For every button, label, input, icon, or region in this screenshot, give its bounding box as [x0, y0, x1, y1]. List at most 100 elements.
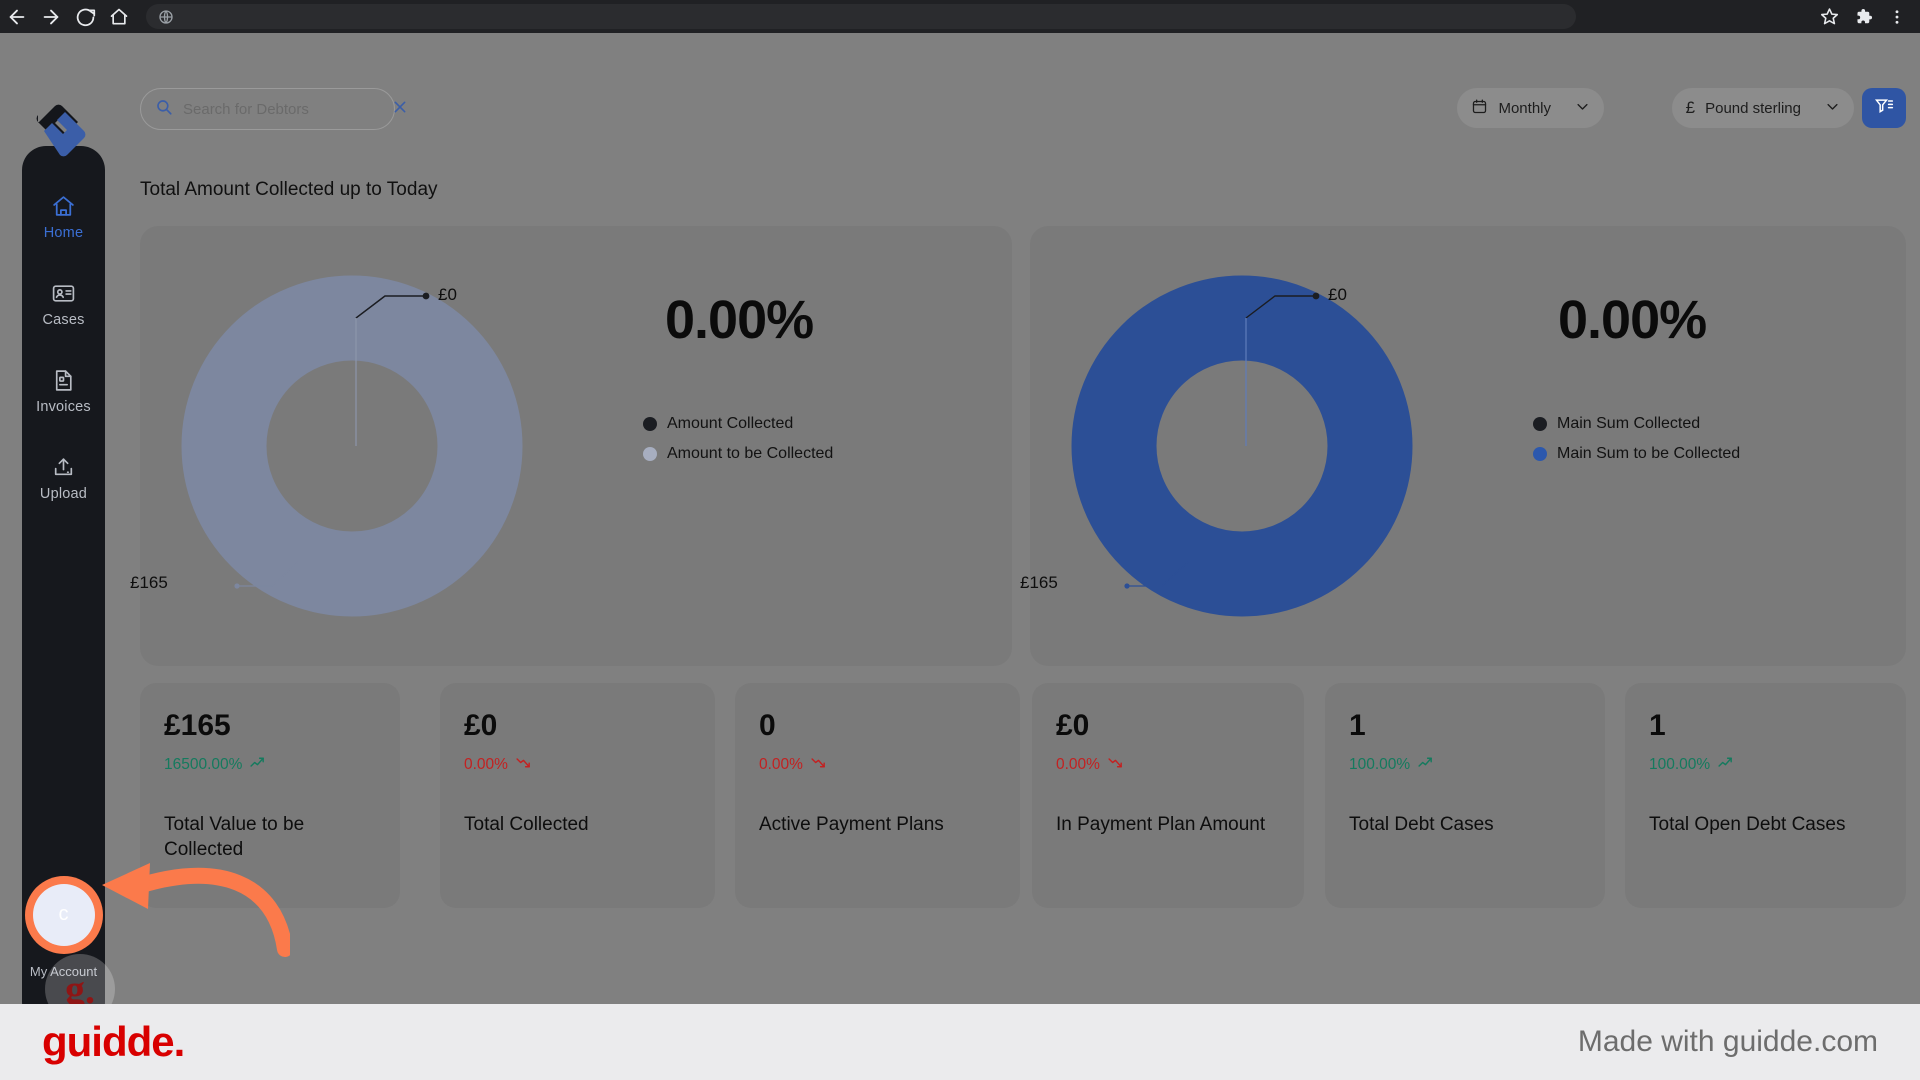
- kpi-value: 1: [1649, 709, 1666, 742]
- kpi-card[interactable]: 0 0.00% Active Payment Plans: [735, 683, 1020, 908]
- currency-select[interactable]: £ Pound sterling: [1671, 88, 1854, 128]
- guidde-footer: guidde. Made with guidde.com: [0, 1004, 1920, 1080]
- globe-icon: [158, 9, 174, 25]
- legend-dot-icon: [643, 447, 657, 461]
- browser-toolbar: [0, 0, 1920, 33]
- trend-up-icon: [1417, 754, 1434, 776]
- browser-address-bar[interactable]: [146, 4, 1576, 29]
- kpi-card[interactable]: £165 16500.00% Total Value to be Collect…: [140, 683, 400, 908]
- browser-reload-button[interactable]: [68, 0, 102, 33]
- kpi-delta-value: 100.00%: [1649, 756, 1711, 773]
- filter-button[interactable]: [1862, 88, 1906, 128]
- avatar-initial: c: [58, 903, 69, 926]
- legend-label: Amount to be Collected: [667, 445, 834, 462]
- home-icon: [51, 194, 76, 219]
- browser-forward-button[interactable]: [34, 0, 68, 33]
- legend-dot-icon: [643, 417, 657, 431]
- sidebar-item-invoices[interactable]: Invoices: [22, 368, 105, 415]
- kpi-value: £0: [464, 709, 498, 742]
- period-select[interactable]: Monthly: [1457, 88, 1604, 128]
- search-input[interactable]: [183, 100, 382, 118]
- made-with-guidde-label: Made with guidde.com: [1577, 1025, 1878, 1058]
- kpi-caption: Total Value to be Collected: [164, 814, 305, 861]
- kpi-delta-value: 16500.00%: [164, 756, 243, 773]
- kpi-card[interactable]: 1 100.00% Total Debt Cases: [1325, 683, 1605, 908]
- browser-back-button[interactable]: [0, 0, 34, 33]
- kpi-delta: 100.00%: [1349, 754, 1581, 776]
- chart-card-amount-collected: £0 £165 0.00% Amount Collected Amount to…: [130, 226, 1012, 666]
- guidde-logo: guidde.: [42, 1018, 185, 1065]
- app-logo: [28, 95, 94, 161]
- sidebar-item-label: Cases: [42, 312, 85, 328]
- legend-label: Main Sum Collected: [1557, 415, 1701, 432]
- kpi-delta: 0.00%: [464, 754, 691, 776]
- search-bar[interactable]: [140, 88, 406, 130]
- donut-1-center-percent: 0.00%: [665, 290, 814, 350]
- legend-item[interactable]: Amount Collected: [643, 415, 833, 433]
- close-icon[interactable]: [392, 99, 408, 120]
- kpi-delta: 100.00%: [1649, 754, 1882, 776]
- avatar[interactable]: c: [32, 883, 95, 946]
- upload-icon: [51, 455, 76, 480]
- donut-2-label-collected: £0: [1328, 285, 1347, 304]
- legend-item[interactable]: Amount to be Collected: [643, 445, 833, 463]
- trend-down-icon: [1107, 754, 1124, 776]
- sidebar-item-cases[interactable]: Cases: [22, 281, 105, 328]
- kpi-delta-value: 0.00%: [464, 756, 508, 773]
- kpi-delta: 16500.00%: [164, 754, 376, 776]
- kpi-card[interactable]: £0 0.00% In Payment Plan Amount: [1032, 683, 1304, 908]
- kpi-delta-value: 0.00%: [759, 756, 803, 773]
- kpi-caption: In Payment Plan Amount: [1056, 814, 1266, 835]
- sidebar-item-label: Upload: [39, 486, 88, 502]
- kpi-caption: Total Open Debt Cases: [1649, 814, 1846, 835]
- page-title: Total Amount Collected up to Today: [140, 179, 438, 200]
- legend-item[interactable]: Main Sum Collected: [1533, 415, 1740, 433]
- search-icon: [155, 98, 173, 121]
- sidebar-item-upload[interactable]: Upload: [22, 455, 105, 502]
- filter-icon: [1874, 96, 1894, 121]
- chevron-down-icon: [1575, 99, 1590, 118]
- document-icon: [51, 368, 76, 393]
- sidebar-item-label: Home: [43, 225, 84, 241]
- browser-home-button[interactable]: [102, 0, 136, 33]
- kpi-caption: Total Collected: [464, 814, 589, 835]
- donut-1-legend: Amount Collected Amount to be Collected: [643, 415, 833, 475]
- kpi-delta-value: 0.00%: [1056, 756, 1100, 773]
- chevron-down-icon: [1825, 99, 1840, 118]
- calendar-icon: [1471, 98, 1488, 119]
- kpi-value: £165: [164, 709, 231, 742]
- sidebar-item-label: Invoices: [36, 399, 91, 415]
- donut-2-legend: Main Sum Collected Main Sum to be Collec…: [1533, 415, 1740, 475]
- bookmark-star-icon[interactable]: [1814, 2, 1844, 32]
- kpi-delta-value: 100.00%: [1349, 756, 1411, 773]
- kpi-caption: Active Payment Plans: [759, 814, 944, 835]
- legend-dot-icon: [1533, 417, 1547, 431]
- legend-label: Main Sum to be Collected: [1557, 445, 1741, 462]
- sidebar-item-home[interactable]: Home: [22, 194, 105, 241]
- kpi-card[interactable]: £0 0.00% Total Collected: [440, 683, 715, 908]
- donut-chart-1: £0 £165: [130, 274, 525, 619]
- donut-2-center-percent: 0.00%: [1558, 290, 1707, 350]
- currency-symbol: £: [1685, 98, 1696, 117]
- legend-item[interactable]: Main Sum to be Collected: [1533, 445, 1740, 463]
- trend-down-icon: [810, 754, 827, 776]
- id-card-icon: [51, 281, 76, 306]
- trend-up-icon: [1717, 754, 1734, 776]
- browser-menu-icon[interactable]: [1882, 2, 1912, 32]
- kpi-value: 1: [1349, 709, 1366, 742]
- chart-card-main-sum: £0 £165 0.00% Main Sum Collected Main Su…: [1020, 226, 1906, 666]
- legend-dot-icon: [1533, 447, 1547, 461]
- donut-2-label-outstanding: £165: [1020, 573, 1058, 592]
- currency-select-label: Pound sterling: [1705, 99, 1801, 117]
- kpi-card[interactable]: 1 100.00% Total Open Debt Cases: [1625, 683, 1906, 908]
- donut-1-label-collected: £0: [438, 285, 457, 304]
- avatar-highlight-ring: c: [24, 875, 103, 954]
- kpi-delta: 0.00%: [1056, 754, 1280, 776]
- donut-chart-2: £0 £165: [1020, 274, 1415, 619]
- app-viewport: Home Cases Invoices Upload c My Account …: [0, 33, 1920, 1080]
- extensions-puzzle-icon[interactable]: [1848, 2, 1878, 32]
- kpi-value: 0: [759, 709, 776, 742]
- kpi-caption: Total Debt Cases: [1349, 814, 1494, 835]
- kpi-value: £0: [1056, 709, 1090, 742]
- period-select-label: Monthly: [1498, 99, 1551, 117]
